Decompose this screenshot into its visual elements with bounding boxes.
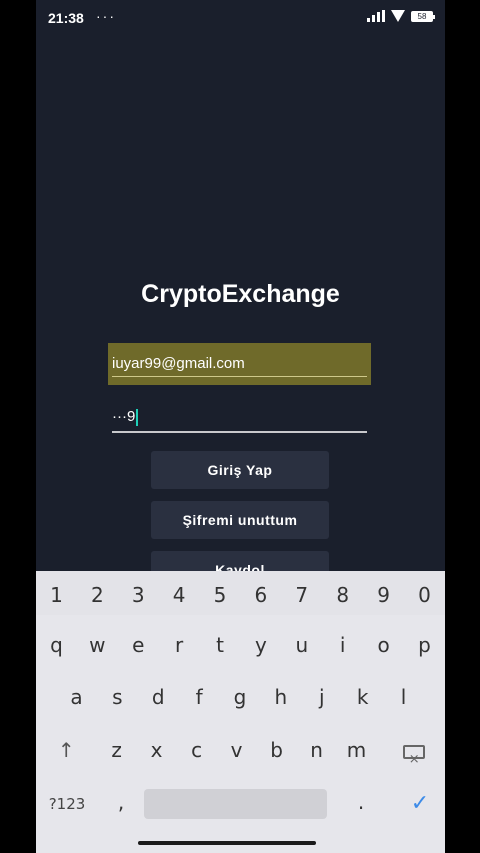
password-text: ···9 xyxy=(112,408,136,425)
space-key[interactable] xyxy=(144,789,327,819)
key-v[interactable]: v xyxy=(217,732,257,768)
key-e[interactable]: e xyxy=(118,627,159,663)
key-4[interactable]: 4 xyxy=(159,571,200,615)
phone-screen: 21:38 ··· 58 CryptoExchange iuyar99@gmai… xyxy=(36,0,445,853)
notification-dots: ··· xyxy=(96,8,116,24)
wifi-icon xyxy=(391,10,405,22)
key-5[interactable]: 5 xyxy=(200,571,241,615)
email-underline xyxy=(112,376,367,377)
password-field[interactable]: ···9 xyxy=(112,403,367,433)
email-value: iuyar99@gmail.com xyxy=(112,355,245,372)
login-button[interactable]: Giriş Yap xyxy=(151,451,329,489)
key-b[interactable]: b xyxy=(257,732,297,768)
key-n[interactable]: n xyxy=(297,732,337,768)
key-1[interactable]: 1 xyxy=(36,571,77,615)
keyboard-row-2: a s d f g h j k l xyxy=(36,679,445,715)
comma-key[interactable]: , xyxy=(98,787,144,821)
email-field[interactable]: iuyar99@gmail.com xyxy=(108,343,371,385)
key-o[interactable]: o xyxy=(363,627,404,663)
shift-key[interactable]: ↑ xyxy=(36,732,97,768)
key-c[interactable]: c xyxy=(177,732,217,768)
key-k[interactable]: k xyxy=(342,679,383,715)
status-icons: 58 xyxy=(367,10,435,22)
password-underline xyxy=(112,431,367,433)
status-bar: 21:38 ··· 58 xyxy=(36,0,445,36)
key-r[interactable]: r xyxy=(159,627,200,663)
key-d[interactable]: d xyxy=(138,679,179,715)
key-0[interactable]: 0 xyxy=(404,571,445,615)
signal-icon xyxy=(367,10,385,22)
key-y[interactable]: y xyxy=(240,627,281,663)
key-8[interactable]: 8 xyxy=(322,571,363,615)
backspace-key[interactable] xyxy=(377,732,445,778)
key-3[interactable]: 3 xyxy=(118,571,159,615)
key-g[interactable]: g xyxy=(220,679,261,715)
key-9[interactable]: 9 xyxy=(363,571,404,615)
key-i[interactable]: i xyxy=(322,627,363,663)
key-q[interactable]: q xyxy=(36,627,77,663)
key-6[interactable]: 6 xyxy=(240,571,281,615)
key-s[interactable]: s xyxy=(97,679,138,715)
forgot-password-button[interactable]: Şifremi unuttum xyxy=(151,501,329,539)
password-value: ···9 xyxy=(112,408,139,426)
key-f[interactable]: f xyxy=(179,679,220,715)
key-p[interactable]: p xyxy=(404,627,445,663)
key-2[interactable]: 2 xyxy=(77,571,118,615)
soft-keyboard: 1 2 3 4 5 6 7 8 9 0 q w e r t y u i o p … xyxy=(36,571,445,853)
symbols-key[interactable]: ?123 xyxy=(36,787,98,821)
period-key[interactable]: . xyxy=(327,787,395,821)
key-7[interactable]: 7 xyxy=(281,571,322,615)
key-l[interactable]: l xyxy=(383,679,424,715)
done-check-icon[interactable]: ✓ xyxy=(395,787,445,821)
key-x[interactable]: x xyxy=(137,732,177,768)
key-u[interactable]: u xyxy=(281,627,322,663)
keyboard-row-3: ↑ z x c v b n m xyxy=(36,732,445,778)
key-t[interactable]: t xyxy=(200,627,241,663)
key-h[interactable]: h xyxy=(260,679,301,715)
key-m[interactable]: m xyxy=(337,732,377,768)
keyboard-row-1: q w e r t y u i o p xyxy=(36,627,445,663)
battery-icon: 58 xyxy=(411,10,435,22)
key-j[interactable]: j xyxy=(301,679,342,715)
text-caret xyxy=(136,408,139,426)
home-indicator[interactable] xyxy=(138,841,316,845)
key-w[interactable]: w xyxy=(77,627,118,663)
key-z[interactable]: z xyxy=(97,732,137,768)
key-a[interactable]: a xyxy=(56,679,97,715)
backspace-icon xyxy=(402,742,425,778)
status-time: 21:38 xyxy=(48,10,84,26)
keyboard-number-row: 1 2 3 4 5 6 7 8 9 0 xyxy=(36,571,445,615)
app-title: CryptoExchange xyxy=(141,280,340,308)
keyboard-row-4: ?123 , . ✓ xyxy=(36,787,445,821)
